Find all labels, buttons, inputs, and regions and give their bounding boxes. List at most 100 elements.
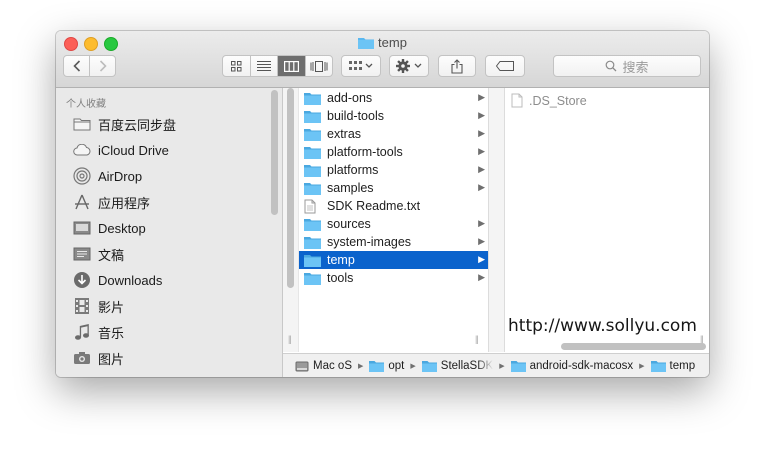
sidebar-item-icloud-drive[interactable]: iCloud Drive bbox=[72, 138, 272, 162]
folder-row[interactable]: add-ons ▶ bbox=[299, 89, 488, 107]
coverflow-view-button[interactable] bbox=[304, 56, 333, 76]
path-item-label: Mac oS bbox=[313, 360, 352, 372]
share-button[interactable] bbox=[438, 55, 476, 77]
row-label: tools bbox=[327, 271, 354, 285]
sidebar-item-movies[interactable]: 影片 bbox=[72, 294, 272, 318]
list-item[interactable]: .DS_Store bbox=[511, 93, 587, 108]
tag-icon bbox=[496, 61, 514, 71]
path-item-label: temp bbox=[669, 360, 696, 372]
disclosure-arrow-icon: ▶ bbox=[478, 272, 485, 282]
disclosure-arrow-icon: ▶ bbox=[478, 92, 485, 102]
finder-window: temp 搜索 个人收藏 百度云同步盘 iCloud Drive AirDrop… bbox=[56, 31, 709, 377]
row-label: platforms bbox=[327, 163, 379, 177]
sidebar-item-desktop[interactable]: Desktop bbox=[72, 216, 272, 240]
film-icon bbox=[72, 296, 92, 316]
folder-row[interactable]: tools ▶ bbox=[299, 269, 488, 287]
folder-icon bbox=[304, 254, 322, 267]
folder-row[interactable]: samples ▶ bbox=[299, 179, 488, 197]
sidebar-item-music[interactable]: 音乐 bbox=[72, 320, 272, 344]
column-resize-grip[interactable]: || bbox=[288, 334, 292, 344]
column-resize-grip[interactable]: || bbox=[475, 334, 479, 344]
sidebar-item-applications[interactable]: 应用程序 bbox=[72, 190, 272, 214]
folder-icon bbox=[304, 164, 322, 177]
chevron-left-icon bbox=[72, 60, 80, 72]
path-item-temp[interactable]: temp bbox=[650, 360, 696, 372]
file-icon bbox=[511, 93, 523, 108]
cloud-icon bbox=[72, 140, 92, 160]
hard-drive-icon bbox=[295, 361, 309, 371]
sidebar-item-baiduyun[interactable]: 百度云同步盘 bbox=[72, 112, 272, 136]
sidebar-item-documents[interactable]: 文稿 bbox=[72, 242, 272, 266]
sidebar-item-label: 图片 bbox=[98, 351, 125, 367]
folder-row[interactable]: build-tools ▶ bbox=[299, 107, 488, 125]
sidebar-item-airdrop[interactable]: AirDrop bbox=[72, 164, 272, 188]
folder-icon bbox=[358, 38, 375, 49]
folder-row[interactable]: temp ▶ bbox=[299, 251, 488, 269]
sidebar-item-downloads[interactable]: Downloads bbox=[72, 268, 272, 292]
path-item-android-sdk-macosx[interactable]: android-sdk-macosx bbox=[510, 360, 634, 372]
row-label: build-tools bbox=[327, 109, 384, 123]
path-separator-icon: ▶ bbox=[410, 363, 416, 370]
path-item-disk[interactable]: Mac oS bbox=[295, 360, 352, 373]
folder-icon bbox=[650, 361, 666, 372]
sidebar-item-pictures[interactable]: 图片 bbox=[72, 346, 272, 370]
column-contents-temp: .DS_Store http://www.sollyu.com || bbox=[505, 88, 709, 352]
sidebar: 个人收藏 百度云同步盘 iCloud Drive AirDrop 应用程序 De… bbox=[56, 88, 283, 377]
text-file-icon bbox=[304, 199, 322, 214]
disclosure-arrow-icon: ▶ bbox=[478, 128, 485, 138]
share-icon bbox=[451, 58, 463, 74]
file-row[interactable]: SDK Readme.txt bbox=[299, 197, 488, 215]
folder-icon bbox=[304, 92, 322, 105]
arrange-button[interactable] bbox=[341, 55, 381, 77]
applications-icon bbox=[72, 192, 92, 212]
folder-row[interactable]: extras ▶ bbox=[299, 125, 488, 143]
folder-icon bbox=[304, 110, 322, 123]
folder-icon bbox=[304, 218, 322, 231]
column-scrollbar[interactable] bbox=[283, 88, 299, 352]
scrollbar-thumb[interactable] bbox=[287, 88, 294, 288]
view-mode-buttons bbox=[222, 55, 333, 77]
disclosure-arrow-icon: ▶ bbox=[478, 110, 485, 120]
tag-button[interactable] bbox=[485, 55, 525, 77]
row-label: system-images bbox=[327, 235, 412, 249]
icon-view-button[interactable] bbox=[223, 56, 250, 76]
column-view-button[interactable] bbox=[277, 56, 305, 76]
folder-row[interactable]: sources ▶ bbox=[299, 215, 488, 233]
folder-row[interactable]: platform-tools ▶ bbox=[299, 143, 488, 161]
disclosure-arrow-icon: ▶ bbox=[478, 254, 485, 264]
column-divider-scrollbar[interactable] bbox=[489, 88, 505, 352]
coverflow-icon bbox=[310, 60, 328, 72]
list-view-button[interactable] bbox=[249, 56, 278, 76]
folder-row[interactable]: platforms ▶ bbox=[299, 161, 488, 179]
gear-icon bbox=[396, 59, 422, 73]
search-icon bbox=[606, 60, 617, 72]
path-separator-icon: ▶ bbox=[499, 363, 505, 370]
column-browser-pane: add-ons ▶ build-tools ▶ extras ▶ platform-tool… bbox=[283, 88, 489, 352]
folder-icon bbox=[421, 361, 437, 372]
back-button[interactable] bbox=[64, 56, 89, 76]
sidebar-heading-favorites: 个人收藏 bbox=[66, 99, 106, 110]
folder-icon bbox=[304, 182, 322, 195]
disclosure-arrow-icon: ▶ bbox=[478, 236, 485, 246]
path-item-stellasdk[interactable]: StellaSDK bbox=[421, 360, 494, 372]
list-icon bbox=[256, 61, 271, 71]
forward-button[interactable] bbox=[89, 56, 115, 76]
row-label: platform-tools bbox=[327, 145, 403, 159]
sidebar-item-label: 百度云同步盘 bbox=[98, 117, 177, 133]
sidebar-item-label: iCloud Drive bbox=[98, 142, 169, 158]
grid-icon bbox=[230, 60, 242, 71]
row-label: SDK Readme.txt bbox=[327, 199, 421, 213]
disclosure-arrow-icon: ▶ bbox=[478, 218, 485, 228]
row-label: extras bbox=[327, 127, 362, 141]
columns-icon bbox=[283, 60, 299, 72]
airdrop-icon bbox=[72, 166, 92, 186]
path-item-label: StellaSDK bbox=[440, 360, 494, 372]
row-label: temp bbox=[327, 253, 355, 267]
action-button[interactable] bbox=[389, 55, 429, 77]
search-field[interactable]: 搜索 bbox=[553, 55, 701, 77]
sidebar-scrollbar[interactable] bbox=[271, 90, 278, 215]
horizontal-scrollbar[interactable] bbox=[561, 343, 706, 350]
path-item-opt[interactable]: opt bbox=[369, 360, 404, 372]
path-item-label: android-sdk-macosx bbox=[529, 360, 634, 372]
folder-row[interactable]: system-images ▶ bbox=[299, 233, 488, 251]
